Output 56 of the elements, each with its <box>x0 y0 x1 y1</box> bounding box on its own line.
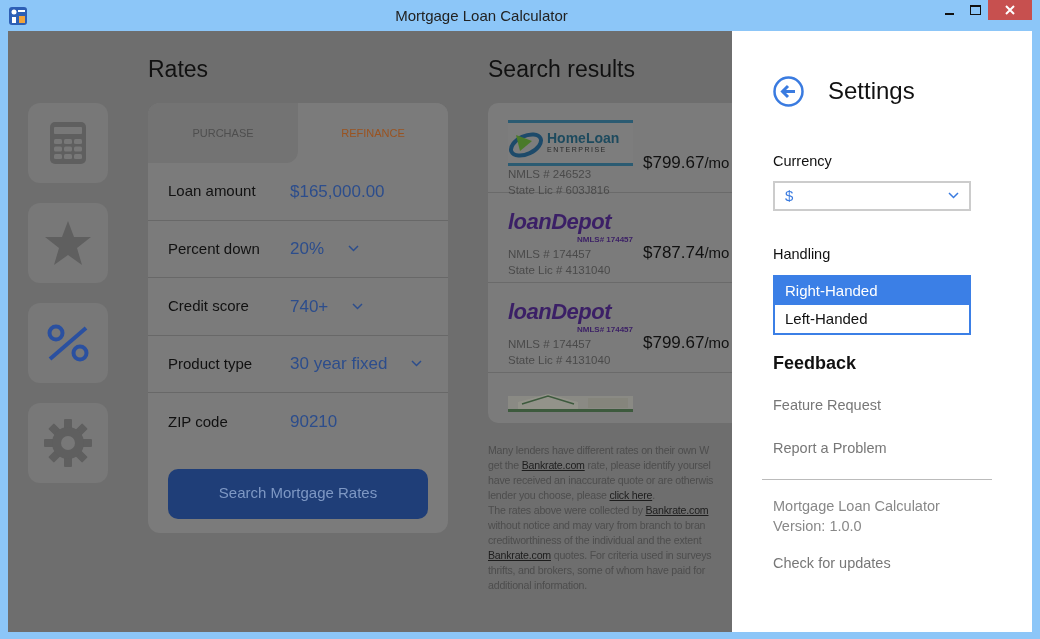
app-name: Mortgage Loan Calculator <box>773 496 941 516</box>
chevron-down-icon <box>948 192 959 200</box>
dropdown-value: 30 year fixed <box>290 353 388 375</box>
chevron-down-icon <box>352 302 364 310</box>
app-icon <box>9 7 27 25</box>
list-option[interactable]: Left-Handed <box>775 304 969 333</box>
logo-text: HomeLoan <box>547 130 620 145</box>
dropdown-value: 740+ <box>290 295 329 318</box>
version-text: Version: 1.0.0 <box>773 516 863 536</box>
dropdown[interactable]: 30 year fixed <box>290 351 423 377</box>
field-label: ZIP code <box>168 411 229 432</box>
field-label: Product type <box>168 353 254 374</box>
link[interactable]: Report a Problem <box>773 437 887 460</box>
window-title: Mortgage Loan Calculator <box>394 6 569 26</box>
close-icon <box>1005 5 1015 15</box>
field-label: Currency <box>773 152 833 171</box>
field-label: Loan amount <box>168 181 257 201</box>
chevron-down-icon <box>411 360 423 368</box>
handling-list[interactable]: Right-Handed Left-Handed <box>773 274 971 335</box>
logo-text: loanDepot <box>508 210 614 234</box>
payment-amount: $799.67/mo <box>643 332 730 354</box>
section-heading: Feedback <box>773 351 858 375</box>
input-field[interactable]: 90210 <box>290 409 338 435</box>
section-heading: Rates <box>148 55 210 84</box>
link[interactable]: Bankrate.com <box>521 459 585 471</box>
list-option[interactable]: Right-Handed <box>775 276 969 305</box>
dropdown[interactable]: 740+ <box>290 293 364 319</box>
payment-amount: $787.74/mo <box>643 242 730 264</box>
gear-icon <box>44 419 92 467</box>
calculator-icon <box>50 122 86 164</box>
search-button[interactable]: Search Mortgage Rates <box>168 468 428 519</box>
field-label: Credit score <box>168 296 250 316</box>
star-icon <box>44 220 92 266</box>
field-label: Handling <box>773 244 832 264</box>
dropdown-value: $ <box>785 185 794 206</box>
payment-amount: $799.67/mo <box>643 152 730 174</box>
percent-icon <box>46 324 90 362</box>
link[interactable]: Feature Request <box>773 394 881 417</box>
close-button[interactable] <box>988 0 1032 20</box>
minimize-icon <box>944 12 954 15</box>
back-button[interactable] <box>773 75 804 107</box>
maximize-icon <box>969 5 981 15</box>
link[interactable]: Check for updates <box>773 552 891 575</box>
chevron-down-icon <box>348 245 360 253</box>
input-field[interactable]: $165,000.00 <box>290 178 385 204</box>
logo-text: loanDepot <box>508 300 614 324</box>
currency-dropdown[interactable]: $ <box>773 180 971 211</box>
link[interactable]: Bankrate.com <box>488 549 551 561</box>
link[interactable]: Bankrate.com <box>645 504 709 516</box>
settings-title: Settings <box>828 76 915 106</box>
field-label: Percent down <box>168 238 261 259</box>
section-heading: Search results <box>488 55 636 84</box>
logo-subtext: NMLS# 174457 <box>575 324 633 336</box>
dropdown[interactable]: 20% <box>290 236 360 262</box>
dropdown-value: 20% <box>290 238 325 260</box>
logo-subtext: NMLS# 174457 <box>575 234 633 246</box>
